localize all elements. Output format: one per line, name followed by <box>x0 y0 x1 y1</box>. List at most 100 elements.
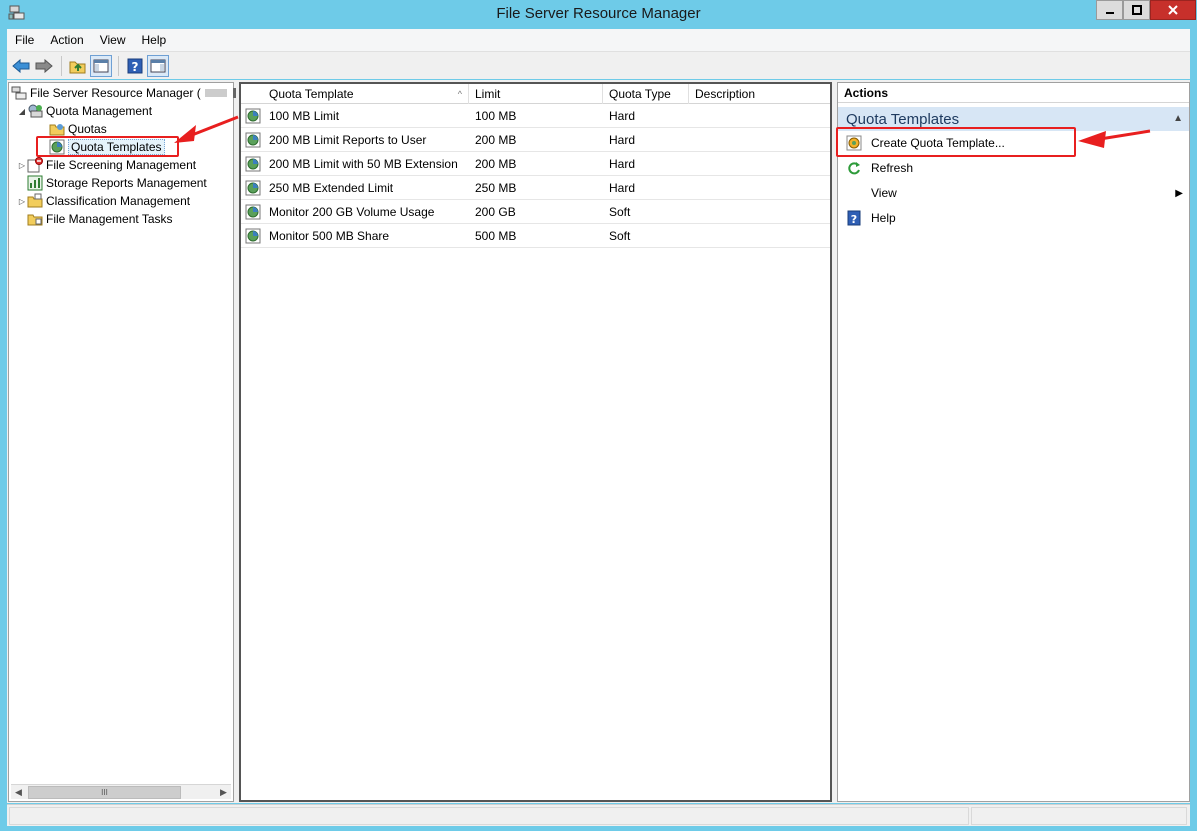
tree-item-root[interactable]: File Server Resource Manager ( <box>11 84 236 102</box>
refresh-icon <box>846 160 862 176</box>
tree-root-label: File Server Resource Manager ( <box>30 86 201 100</box>
toolbar: ? <box>7 51 1190 79</box>
back-button[interactable] <box>10 55 32 77</box>
table-row[interactable]: Monitor 200 GB Volume Usage 200 GB Soft <box>241 200 830 224</box>
collapse-section-icon[interactable]: ▲ <box>1173 113 1183 124</box>
svg-text:?: ? <box>132 60 139 74</box>
toolbar-separator <box>118 55 119 76</box>
submenu-arrow-icon: ▶ <box>1175 187 1183 199</box>
file-tasks-icon <box>27 211 43 227</box>
action-label: Refresh <box>871 161 914 175</box>
cell-quota-type: Soft <box>609 229 631 243</box>
table-row[interactable]: 250 MB Extended Limit 250 MB Hard <box>241 176 830 200</box>
highlight-box <box>836 127 1076 157</box>
table-row[interactable]: 200 MB Limit with 50 MB Extension 200 MB H… <box>241 152 830 176</box>
table-row[interactable]: 200 MB Limit Reports to User 200 MB Hard <box>241 128 830 152</box>
main-content: File Server Resource Manager ( ◢ Quota M… <box>7 80 1190 803</box>
scroll-left-arrow-icon[interactable]: ◀ <box>11 785 26 800</box>
column-header-quota-type[interactable]: Quota Type <box>603 84 689 104</box>
highlight-box <box>36 136 179 157</box>
forward-button[interactable] <box>33 55 55 77</box>
status-segment <box>971 807 1187 825</box>
cell-quota-template: 200 MB Limit with 50 MB Extension <box>269 157 458 171</box>
tree-item-file-management-tasks[interactable]: File Management Tasks <box>27 210 173 228</box>
quota-template-icon <box>245 156 261 172</box>
column-header-quota-template[interactable]: Quota Template ^ <box>263 84 469 104</box>
up-folder-button[interactable] <box>67 55 89 77</box>
quota-template-icon <box>245 132 261 148</box>
minimize-button[interactable] <box>1096 0 1123 20</box>
console-tree: File Server Resource Manager ( ◢ Quota M… <box>8 82 236 802</box>
help-button[interactable]: ? <box>124 55 146 77</box>
cell-quota-type: Soft <box>609 205 631 219</box>
status-bar <box>7 804 1190 826</box>
show-hide-console-tree-button[interactable] <box>90 54 112 77</box>
cell-limit: 200 MB <box>475 157 517 171</box>
quota-management-icon <box>27 103 43 119</box>
cell-quota-template: Monitor 200 GB Volume Usage <box>269 205 435 219</box>
quota-template-icon <box>245 180 261 196</box>
menu-bar: File Action View Help <box>7 29 1190 51</box>
cell-quota-template: 250 MB Extended Limit <box>269 181 394 195</box>
quota-template-list: Quota Template ^ Limit Quota Type Descri… <box>239 82 832 802</box>
tree-horizontal-scrollbar[interactable]: ◀ III ▶ <box>11 784 231 799</box>
tree-item-label: Quota Management <box>46 104 153 118</box>
column-header-limit[interactable]: Limit <box>469 84 603 104</box>
cell-limit: 200 GB <box>475 205 516 219</box>
tree-item-label: Quotas <box>68 122 107 136</box>
svg-text:?: ? <box>851 213 857 226</box>
tree-item-storage-reports[interactable]: Storage Reports Management <box>27 174 207 192</box>
menu-file[interactable]: File <box>7 33 42 47</box>
scroll-thumb[interactable]: III <box>28 785 181 799</box>
action-help[interactable]: ? Help <box>838 206 1189 230</box>
cell-limit: 200 MB <box>475 133 517 147</box>
tree-item-label: Storage Reports Management <box>46 176 207 190</box>
redacted-server-name <box>204 89 227 97</box>
tree-item-label: File Screening Management <box>46 158 197 172</box>
cell-limit: 100 MB <box>475 109 517 123</box>
tree-item-label: File Management Tasks <box>46 212 173 226</box>
tree-item-classification[interactable]: ▷ Classification Management <box>17 192 190 210</box>
action-label: Help <box>871 211 896 225</box>
cell-quota-type: Hard <box>609 109 636 123</box>
maximize-button[interactable] <box>1123 0 1150 20</box>
list-header: Quota Template ^ Limit Quota Type Descri… <box>241 84 830 104</box>
scroll-right-arrow-icon[interactable]: ▶ <box>216 785 231 800</box>
close-button[interactable] <box>1150 0 1196 20</box>
table-row[interactable]: Monitor 500 MB Share 500 MB Soft <box>241 224 830 248</box>
quota-template-icon <box>245 204 261 220</box>
tree-item-file-screening[interactable]: ▷ File Screening Management <box>17 156 196 174</box>
server-icon <box>11 85 27 101</box>
cell-quota-template: 200 MB Limit Reports to User <box>269 133 427 147</box>
cell-quota-type: Hard <box>609 133 636 147</box>
cell-quota-type: Hard <box>609 157 636 171</box>
actions-header: Actions <box>838 83 1189 103</box>
tree-item-quota-management[interactable]: ◢ Quota Management <box>17 102 152 120</box>
status-segment <box>9 807 969 825</box>
help-icon: ? <box>846 210 862 226</box>
storage-reports-icon <box>27 175 43 191</box>
toolbar-separator <box>61 55 62 76</box>
table-row[interactable]: 100 MB Limit 100 MB Hard <box>241 104 830 128</box>
sort-indicator-icon: ^ <box>457 89 462 99</box>
column-header-description[interactable]: Description <box>689 84 830 104</box>
expand-arrow-icon[interactable]: ▷ <box>17 197 27 206</box>
classification-icon <box>27 193 43 209</box>
section-title: Quota Templates <box>846 110 960 128</box>
window-title: File Server Resource Manager <box>496 5 701 22</box>
menu-view[interactable]: View <box>92 33 134 47</box>
menu-action[interactable]: Action <box>42 33 91 47</box>
expand-arrow-icon[interactable]: ▷ <box>17 161 27 170</box>
title-bar: File Server Resource Manager <box>0 0 1197 28</box>
action-refresh[interactable]: Refresh <box>838 156 1189 180</box>
action-view[interactable]: View ▶ <box>838 181 1189 205</box>
blank-icon <box>846 185 862 201</box>
collapse-arrow-icon[interactable]: ◢ <box>17 107 27 116</box>
cell-quota-template: 100 MB Limit <box>269 109 340 123</box>
cell-quota-template: Monitor 500 MB Share <box>269 229 390 243</box>
show-hide-action-pane-button[interactable] <box>147 54 169 77</box>
quota-template-icon <box>245 108 261 124</box>
folder-icon <box>49 121 65 137</box>
menu-help[interactable]: Help <box>134 33 175 47</box>
cell-limit: 500 MB <box>475 229 517 243</box>
